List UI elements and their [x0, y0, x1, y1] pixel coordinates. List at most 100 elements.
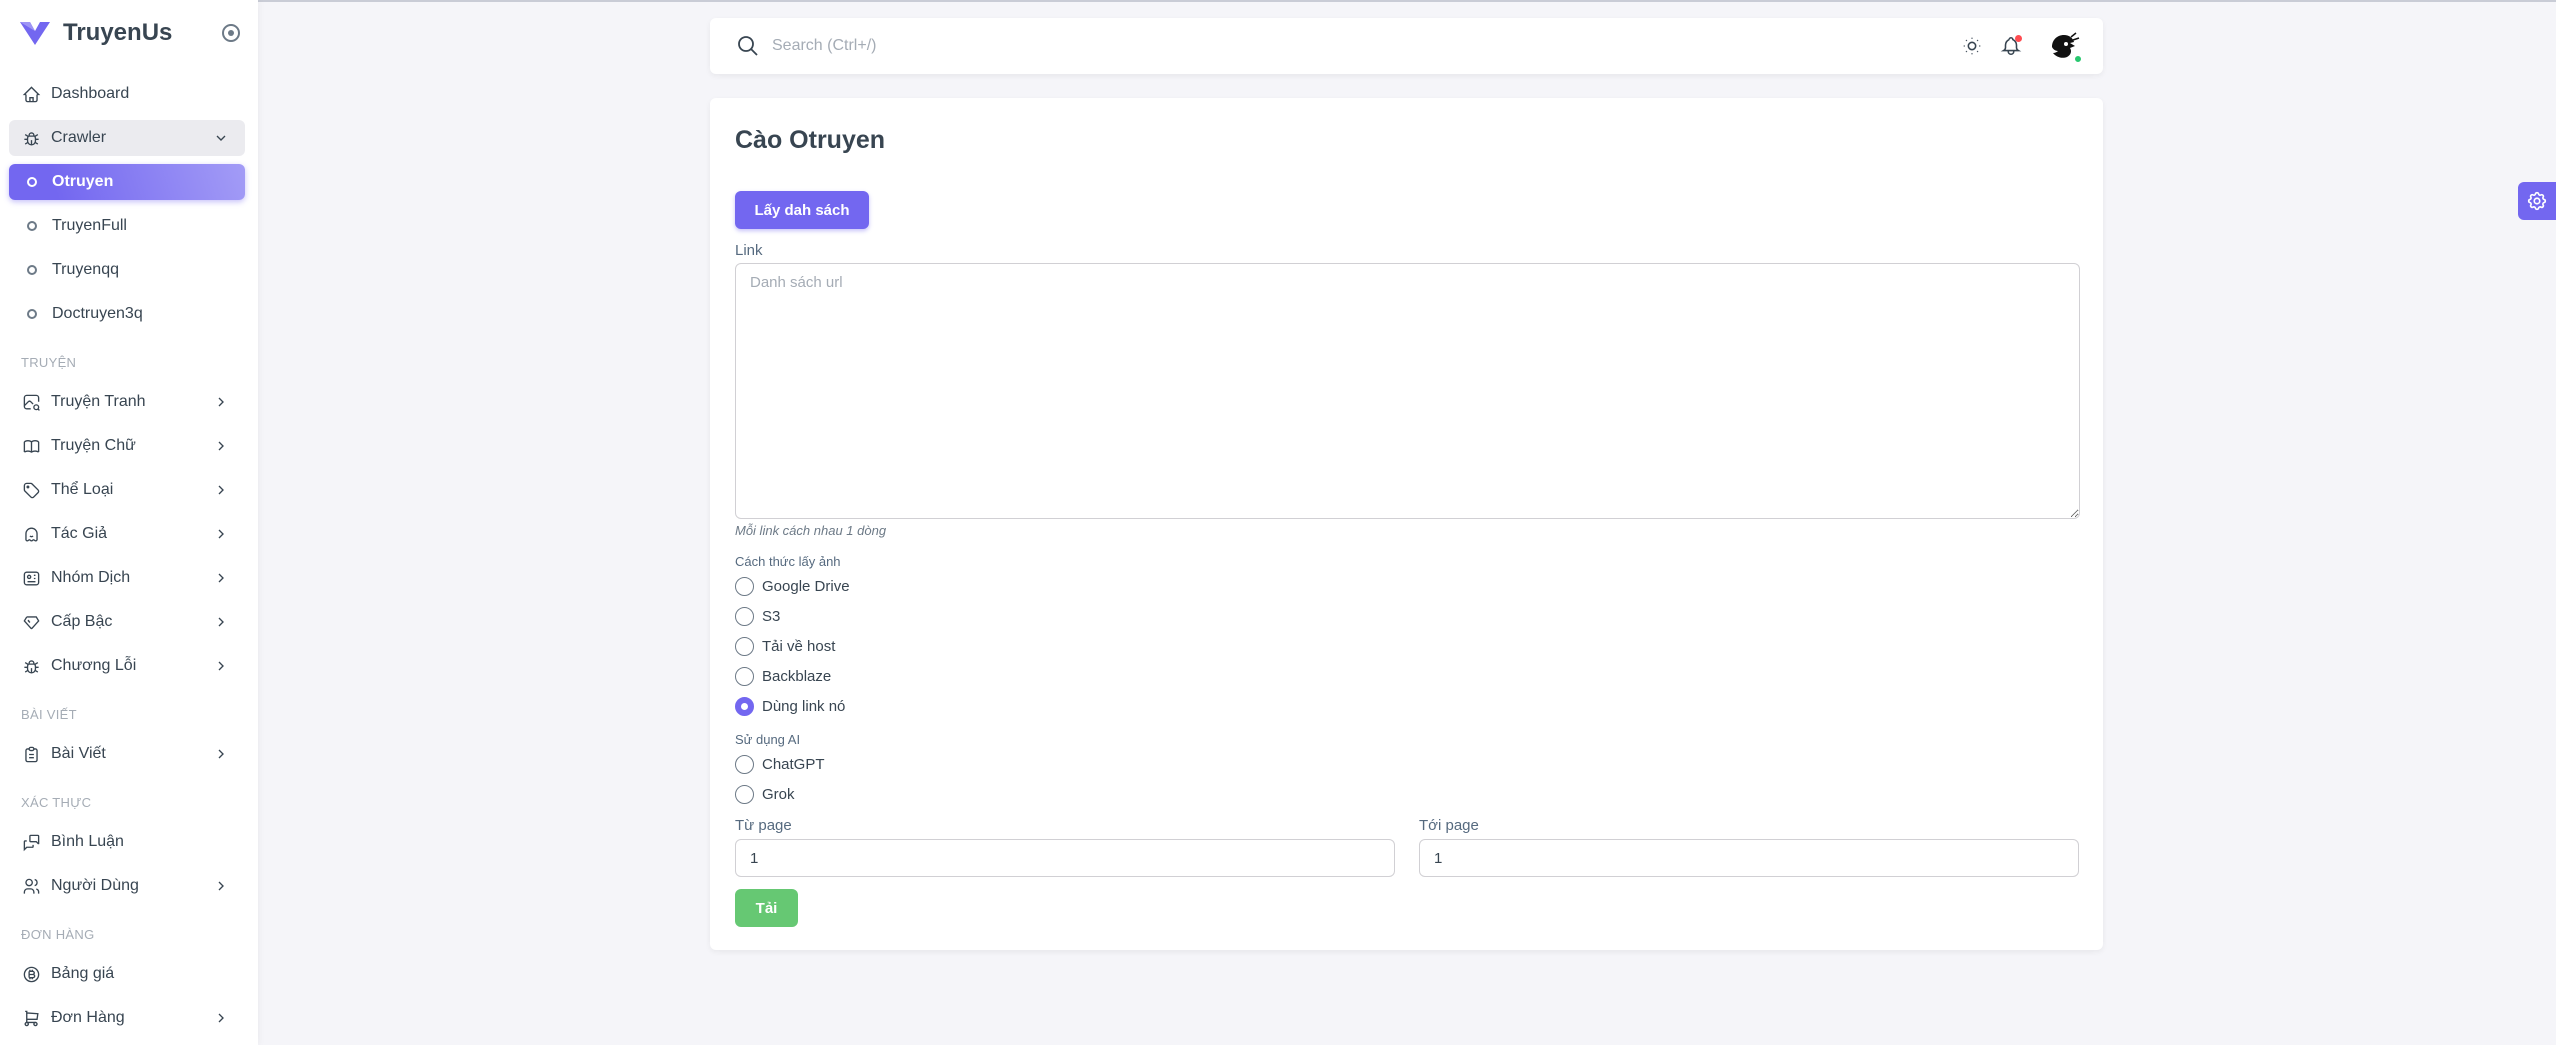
radio-circle[interactable]	[735, 576, 754, 596]
radio-use-source-link[interactable]: Dùng link nó	[735, 695, 845, 717]
sidebar-item-label: Truyện Chữ	[51, 437, 136, 454]
section-header-bai-viet: BÀI VIẾT	[21, 707, 77, 722]
sun-icon	[1963, 37, 1981, 55]
radio-circle[interactable]	[735, 754, 754, 774]
theme-toggle-button[interactable]	[1960, 34, 1984, 58]
bug-icon	[21, 128, 41, 148]
sidebar-item-label: Crawler	[51, 129, 107, 146]
sidebar-item-label: Đơn Hàng	[51, 1009, 125, 1026]
sidebar-item-truyen-chu[interactable]: Truyện Chữ	[9, 428, 245, 464]
sidebar-item-truyenqq[interactable]: Truyenqq	[9, 252, 245, 288]
radio-chatgpt[interactable]: ChatGPT	[735, 753, 825, 775]
sidebar-item-nguoi-dung[interactable]: Người Dùng	[9, 868, 245, 904]
chevron-right-icon	[218, 397, 224, 407]
id-card-icon	[21, 568, 41, 588]
sidebar-item-label: Doctruyen3q	[52, 305, 143, 322]
sidebar-collapse-button[interactable]	[222, 24, 240, 42]
from-page-label: Từ page	[735, 817, 792, 834]
sidebar-item-nhom-dich[interactable]: Nhóm Dịch	[9, 560, 245, 596]
sidebar-item-binh-luan[interactable]: Bình Luận	[9, 824, 245, 860]
radio-circle[interactable]	[735, 636, 754, 656]
section-header-xac-thuc: XÁC THỰC	[21, 795, 92, 810]
radio-label: Google Drive	[762, 577, 850, 595]
sidebar-item-label: Bài Viết	[51, 745, 106, 762]
download-button[interactable]: Tải	[735, 889, 798, 927]
sidebar-item-truyenfull[interactable]: TruyenFull	[9, 208, 245, 244]
chevron-right-icon	[218, 617, 224, 627]
chevron-right-icon	[218, 661, 224, 671]
radio-label: S3	[762, 607, 781, 625]
chevron-right-icon	[218, 529, 224, 539]
radio-google-drive[interactable]: Google Drive	[735, 575, 850, 597]
sidebar-item-the-loai[interactable]: Thể Loại	[9, 472, 245, 508]
crawl-otruyen-card: Cào Otruyen Lấy dah sách Link Mỗi link c…	[710, 98, 2103, 950]
home-icon	[21, 84, 41, 104]
bug-icon	[21, 656, 41, 676]
sidebar-item-cap-bac[interactable]: Cấp Bậc	[9, 604, 245, 640]
sidebar-item-label: Bình Luận	[51, 833, 124, 850]
page-title: Cào Otruyen	[735, 126, 886, 154]
radio-label: Dùng link nó	[762, 697, 846, 715]
from-page-input[interactable]	[735, 839, 1395, 877]
photo-search-icon	[21, 392, 41, 412]
sidebar-item-dashboard[interactable]: Dashboard	[9, 76, 245, 112]
chevron-right-icon	[218, 881, 224, 891]
chevron-right-icon	[218, 749, 224, 759]
radio-grok[interactable]: Grok	[735, 783, 795, 805]
sidebar-item-bai-viet[interactable]: Bài Viết	[9, 736, 245, 772]
sidebar-item-label: Chương Lỗi	[51, 657, 137, 674]
search-icon	[738, 36, 758, 56]
book-icon	[21, 436, 41, 456]
fetch-list-button[interactable]: Lấy dah sách	[735, 191, 869, 229]
sidebar-item-doctruyen3q[interactable]: Doctruyen3q	[9, 296, 245, 332]
radio-circle[interactable]	[735, 606, 754, 626]
sidebar-item-label: TruyenFull	[52, 217, 127, 234]
chevron-right-icon	[218, 441, 224, 451]
radio-circle[interactable]	[735, 666, 754, 686]
link-label: Link	[735, 242, 763, 259]
search-input[interactable]	[772, 32, 1272, 60]
top-navbar	[710, 18, 2103, 74]
chevron-down-icon	[216, 135, 226, 141]
tag-icon	[21, 480, 41, 500]
sidebar-item-label: Otruyen	[52, 173, 114, 190]
link-help-text: Mỗi link cách nhau 1 dòng	[735, 523, 887, 538]
sidebar-item-label: Cấp Bậc	[51, 613, 113, 630]
radio-label: ChatGPT	[762, 755, 825, 773]
sidebar-item-label: Người Dùng	[51, 877, 139, 894]
top-border	[0, 0, 2556, 2]
template-customizer-button[interactable]	[2518, 182, 2556, 220]
radio-s3[interactable]: S3	[735, 605, 780, 627]
url-list-textarea[interactable]	[735, 263, 2080, 519]
radio-circle-checked[interactable]	[735, 696, 754, 716]
sidebar-item-tac-gia[interactable]: Tác Giả	[9, 516, 245, 552]
sidebar-item-label: Nhóm Dịch	[51, 569, 131, 586]
section-header-truyen: TRUYỆN	[21, 355, 77, 370]
chevron-right-icon	[218, 1013, 224, 1023]
brand[interactable]: TruyenUs	[18, 18, 172, 48]
radio-circle[interactable]	[735, 784, 754, 804]
coin-icon	[21, 964, 41, 984]
sidebar-item-otruyen[interactable]: Otruyen	[9, 164, 245, 200]
sidebar-item-label: Tác Giả	[51, 525, 108, 542]
sidebar-item-truyen-tranh[interactable]: Truyện Tranh	[9, 384, 245, 420]
to-page-label: Tới page	[1419, 817, 1479, 834]
gear-icon	[2527, 191, 2547, 211]
online-status-badge	[2073, 54, 2083, 64]
radio-backblaze[interactable]: Backblaze	[735, 665, 831, 687]
section-header-don-hang: ĐƠN HÀNG	[21, 927, 95, 942]
circle-icon	[27, 265, 37, 275]
sidebar: TruyenUs Dashboard Crawler Otruyen Truye…	[0, 0, 258, 1045]
notifications-button[interactable]	[1999, 34, 2023, 58]
sidebar-item-crawler[interactable]: Crawler	[9, 120, 245, 156]
radio-download-to-host[interactable]: Tải về host	[735, 635, 835, 657]
notification-badge	[2015, 35, 2022, 42]
sidebar-item-chuong-loi[interactable]: Chương Lỗi	[9, 648, 245, 684]
sidebar-item-don-hang[interactable]: Đơn Hàng	[9, 1000, 245, 1036]
radio-label: Backblaze	[762, 667, 832, 685]
sidebar-item-bang-gia[interactable]: Bảng giá	[9, 956, 245, 992]
user-avatar[interactable]	[2044, 27, 2083, 65]
to-page-input[interactable]	[1419, 839, 2079, 877]
brand-name: TruyenUs	[63, 19, 173, 46]
clipboard-icon	[21, 744, 41, 764]
